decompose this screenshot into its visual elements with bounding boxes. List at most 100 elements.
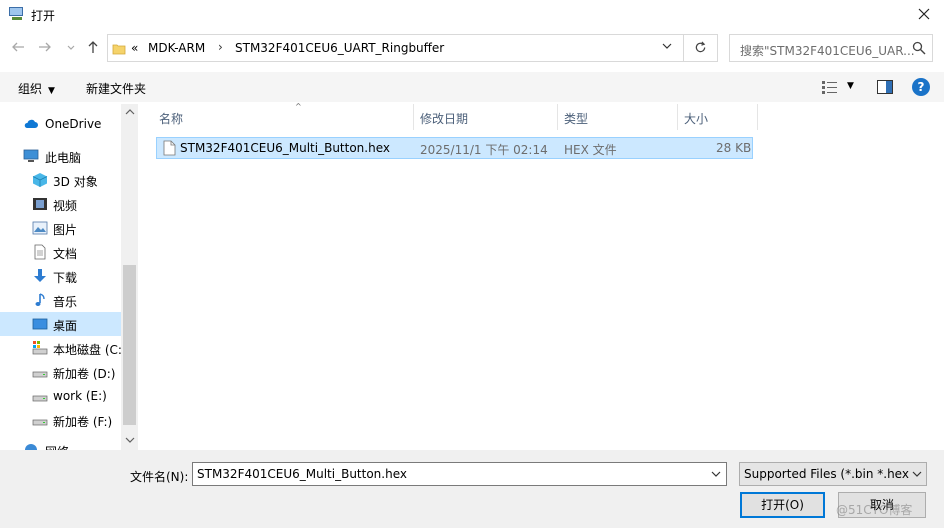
sidebar-item-3d-objects[interactable]: 3D 对象 bbox=[0, 168, 121, 192]
address-overflow[interactable]: « bbox=[131, 41, 138, 55]
help-icon[interactable]: ? bbox=[912, 78, 930, 96]
sidebar-item-onedrive[interactable]: OneDrive bbox=[0, 112, 121, 136]
sidebar-item-this-pc[interactable]: 此电脑 bbox=[0, 144, 121, 168]
sidebar-item-pictures[interactable]: 图片 bbox=[0, 216, 121, 240]
back-button[interactable] bbox=[9, 40, 27, 58]
sidebar-item-label: 下载 bbox=[53, 271, 78, 285]
chevron-down-icon[interactable] bbox=[710, 468, 722, 480]
column-size-label: 大小 bbox=[684, 112, 709, 126]
search-box[interactable]: 搜索"STM32F401CEU6_UAR... bbox=[729, 34, 933, 62]
picture-icon bbox=[32, 221, 48, 235]
sidebar-item-label: 文档 bbox=[53, 247, 78, 261]
preview-pane-icon[interactable] bbox=[877, 80, 893, 94]
sidebar-item-music[interactable]: 音乐 bbox=[0, 288, 121, 312]
music-icon bbox=[35, 293, 45, 306]
sidebar-item-label: OneDrive bbox=[45, 117, 102, 131]
folder-icon bbox=[112, 44, 126, 55]
document-icon bbox=[34, 244, 46, 260]
file-icon bbox=[163, 140, 176, 156]
arrow-right-icon bbox=[39, 42, 51, 52]
sidebar-item-label: 视频 bbox=[53, 199, 78, 213]
table-row[interactable]: STM32F401CEU6_Multi_Button.hex 2025/11/1… bbox=[156, 137, 753, 159]
sidebar-item-label: 新加卷 (D:) bbox=[53, 367, 116, 381]
dialog-footer: 文件名(N): STM32F401CEU6_Multi_Button.hex S… bbox=[0, 450, 944, 528]
filename-input[interactable]: STM32F401CEU6_Multi_Button.hex bbox=[192, 462, 727, 486]
arrow-up-icon bbox=[88, 41, 98, 53]
column-header-size[interactable]: 大小 bbox=[678, 104, 758, 130]
column-header-date[interactable]: 修改日期 bbox=[414, 104, 558, 130]
drive-icon bbox=[32, 419, 48, 426]
watermark: @51CTO博客 bbox=[836, 503, 913, 517]
organize-label: 组织 bbox=[18, 82, 43, 96]
sidebar-item-label: 新加卷 (F:) bbox=[53, 415, 113, 429]
view-options-icon[interactable] bbox=[822, 80, 838, 94]
address-bar[interactable]: « MDK-ARM › STM32F401CEU6_UART_Ringbuffe… bbox=[107, 34, 684, 62]
sidebar-item-downloads[interactable]: 下载 bbox=[0, 264, 121, 288]
chevron-down-icon[interactable] bbox=[661, 40, 673, 52]
sidebar-item-videos[interactable]: 视频 bbox=[0, 192, 121, 216]
chevron-down-icon bbox=[67, 45, 75, 50]
open-button[interactable]: 打开(O) bbox=[740, 492, 825, 518]
scrollbar-thumb[interactable] bbox=[123, 265, 136, 425]
video-icon bbox=[33, 198, 47, 210]
caret-down-icon: ▼ bbox=[48, 86, 55, 96]
organize-button[interactable]: 组织 ▼ bbox=[18, 80, 55, 97]
file-list: 名称 ^ 修改日期 类型 大小 STM32F401CEU6_Multi_Butt… bbox=[138, 102, 944, 450]
file-type-value: Supported Files (*.bin *.hex * bbox=[744, 467, 912, 481]
refresh-button[interactable] bbox=[684, 34, 718, 62]
forward-button[interactable] bbox=[36, 40, 54, 58]
column-header-type[interactable]: 类型 bbox=[558, 104, 678, 130]
address-segment-mdk-arm[interactable]: MDK-ARM bbox=[148, 41, 205, 55]
file-size: 28 KB bbox=[716, 141, 752, 155]
column-type-label: 类型 bbox=[564, 112, 589, 126]
chevron-up-icon bbox=[125, 109, 134, 115]
computer-icon bbox=[23, 149, 39, 162]
network-icon bbox=[25, 444, 37, 450]
drive-icon bbox=[32, 395, 48, 402]
sidebar-item-label: 桌面 bbox=[53, 319, 78, 333]
sidebar-item-drive-e[interactable]: work (E:) bbox=[0, 384, 121, 408]
sidebar-item-drive-d[interactable]: 新加卷 (D:) bbox=[0, 360, 121, 384]
cube-icon bbox=[32, 173, 48, 187]
navigation-bar: « MDK-ARM › STM32F401CEU6_UART_Ringbuffe… bbox=[0, 31, 944, 67]
sidebar-item-label: 音乐 bbox=[53, 295, 78, 309]
search-input[interactable]: 搜索"STM32F401CEU6_UAR... bbox=[740, 42, 915, 59]
search-icon[interactable] bbox=[912, 41, 926, 55]
drive-icon bbox=[32, 371, 48, 378]
column-name-label: 名称 bbox=[159, 112, 184, 126]
sidebar-item-label: 本地磁盘 (C: bbox=[53, 343, 122, 357]
arrow-left-icon bbox=[12, 42, 24, 52]
sidebar-item-label: 3D 对象 bbox=[53, 175, 98, 189]
sidebar-scrollbar[interactable] bbox=[121, 104, 138, 450]
new-folder-button[interactable]: 新建文件夹 bbox=[86, 80, 146, 97]
navigation-pane: OneDrive 此电脑 3D 对象 视频 图片 文档 下载 音乐 桌面 本地磁… bbox=[0, 104, 138, 450]
scroll-up-icon[interactable] bbox=[124, 108, 135, 118]
address-separator[interactable]: › bbox=[218, 40, 223, 54]
command-bar: 组织 ▼ 新建文件夹 ▼ bbox=[0, 72, 944, 102]
drive-icon bbox=[32, 341, 48, 355]
filename-value[interactable]: STM32F401CEU6_Multi_Button.hex bbox=[197, 467, 407, 481]
sidebar-item-documents[interactable]: 文档 bbox=[0, 240, 121, 264]
chevron-down-icon[interactable] bbox=[911, 468, 923, 480]
scroll-down-icon[interactable] bbox=[124, 436, 135, 446]
sidebar-item-drive-f[interactable]: 新加卷 (F:) bbox=[0, 408, 121, 432]
up-button[interactable] bbox=[84, 40, 102, 58]
file-date: 2025/11/1 下午 02:14 bbox=[420, 143, 548, 157]
address-segment-project[interactable]: STM32F401CEU6_UART_Ringbuffer bbox=[235, 41, 444, 55]
chevron-down-icon bbox=[125, 437, 134, 443]
sidebar-item-label: 此电脑 bbox=[45, 151, 82, 165]
close-button[interactable] bbox=[912, 3, 936, 25]
column-header-name[interactable]: 名称 ^ bbox=[153, 102, 414, 130]
sidebar-item-label: 网络 bbox=[45, 443, 69, 450]
recent-locations-button[interactable] bbox=[62, 40, 80, 58]
close-icon bbox=[918, 8, 930, 20]
file-name: STM32F401CEU6_Multi_Button.hex bbox=[180, 141, 390, 155]
download-icon bbox=[34, 269, 46, 282]
sidebar-item-drive-c[interactable]: 本地磁盘 (C: bbox=[0, 336, 122, 360]
refresh-icon bbox=[695, 41, 706, 53]
view-dropdown-caret-icon[interactable]: ▼ bbox=[847, 81, 854, 91]
sidebar-item-desktop[interactable]: 桌面 bbox=[0, 312, 121, 336]
sidebar-item-label: work (E:) bbox=[53, 389, 107, 403]
sidebar-item-network[interactable]: 网络 bbox=[0, 438, 121, 450]
file-type-select[interactable]: Supported Files (*.bin *.hex * bbox=[739, 462, 927, 486]
